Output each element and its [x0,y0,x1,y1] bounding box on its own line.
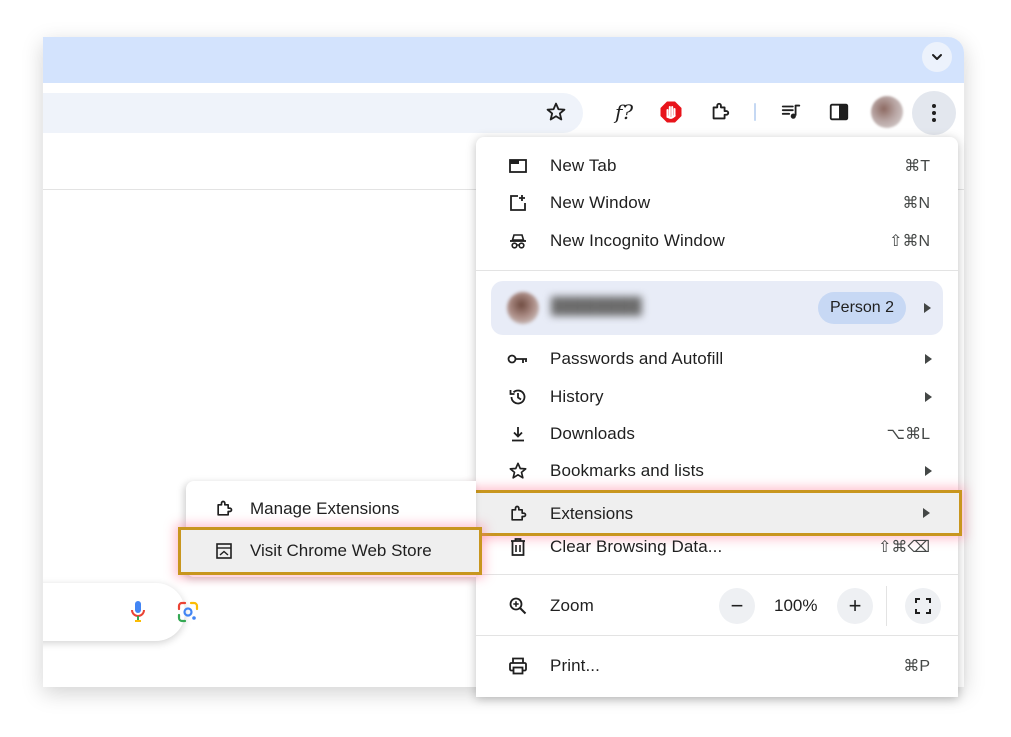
shortcut-label: ⌘P [903,658,930,675]
menu-item-passwords[interactable]: Passwords and Autofill [476,341,958,377]
menu-item-label: Extensions [550,504,634,523]
menu-item-label: New Tab [550,156,617,175]
menu-item-downloads[interactable]: Downloads ⌥⌘L [476,416,958,452]
chevron-right-icon [925,466,932,476]
web-store-icon [212,539,236,563]
shortcut-label: ⇧⌘N [889,233,930,250]
menu-item-label: Bookmarks and lists [550,461,705,480]
menu-item-new-tab[interactable]: New Tab ⌘T [476,148,958,184]
puzzle-icon [506,502,530,526]
chrome-main-menu: New Tab ⌘T New Window ⌘N New Incognito W… [470,137,962,697]
side-panel-button[interactable] [823,96,855,128]
profile-name-blurred: ████████ [551,298,642,315]
shortcut-label: ⌘N [902,195,930,212]
google-lens-icon[interactable] [177,601,199,623]
submenu-item-label: Visit Chrome Web Store [250,541,432,560]
zoom-divider [886,586,887,626]
side-panel-icon [829,103,849,121]
toolbar: f? [43,83,964,140]
profile-avatar [507,292,539,324]
fullscreen-icon [915,598,931,614]
menu-separator [476,635,958,636]
shortcut-label: ⌘T [904,158,930,175]
extensions-button[interactable] [704,96,736,128]
extensions-submenu: Manage Extensions Visit Chrome Web Store [178,481,482,577]
menu-item-bookmarks[interactable]: Bookmarks and lists [476,453,958,489]
menu-separator [476,270,958,271]
star-icon [546,102,566,121]
bookmark-star-button[interactable] [540,96,572,128]
menu-item-label: Zoom [550,596,594,615]
menu-item-label: Clear Browsing Data... [550,537,723,556]
person-chip: Person 2 [818,292,907,324]
menu-item-label: Downloads [550,424,636,443]
trash-icon [506,535,530,559]
media-controls-button[interactable] [775,96,807,128]
microphone-icon[interactable] [130,600,146,624]
menu-item-new-incognito[interactable]: New Incognito Window ⇧⌘N [476,223,958,259]
tab-strip [43,37,964,83]
chevron-right-icon [925,354,932,364]
menu-item-label: New Incognito Window [550,231,725,250]
tab-search-button[interactable] [922,42,952,72]
fullscreen-button[interactable] [905,588,941,624]
script-extension-button[interactable]: f? [608,96,640,128]
menu-item-history[interactable]: History [476,379,958,415]
menu-item-label: New Window [550,193,651,212]
incognito-icon [506,229,530,253]
chevron-right-icon [925,392,932,402]
submenu-item-label: Manage Extensions [250,499,400,518]
menu-item-clear-browsing-data[interactable]: Clear Browsing Data... ⇧⌘⌫ [476,529,958,565]
chevron-right-icon [924,303,931,313]
chevron-right-icon [923,508,930,518]
kebab-menu-icon [932,104,936,122]
new-window-icon [506,191,530,215]
profile-row[interactable]: ████████ Person 2 [491,281,943,335]
zoom-out-button[interactable]: − [719,588,755,624]
key-icon [506,347,530,371]
zoom-level: 100% [774,596,818,615]
puzzle-icon [212,497,236,521]
address-bar[interactable] [43,93,583,133]
zoom-in-icon [506,594,530,618]
menu-item-label: Passwords and Autofill [550,349,724,368]
menu-separator [476,574,958,575]
toolbar-separator [754,103,756,121]
chrome-menu-button[interactable] [912,91,956,135]
printer-icon [506,654,530,678]
shortcut-label: ⇧⌘⌫ [877,539,930,556]
queue-music-icon [781,104,801,119]
star-icon [506,459,530,483]
submenu-item-visit-chrome-web-store[interactable]: Visit Chrome Web Store [178,527,482,575]
adblock-extension-button[interactable] [655,96,687,128]
menu-item-label: Print... [550,656,600,675]
stop-hand-icon [660,101,682,123]
profile-avatar-button[interactable] [871,96,903,128]
menu-item-print[interactable]: Print... ⌘P [476,648,958,684]
script-extension-icon: f? [614,100,634,124]
submenu-item-manage-extensions[interactable]: Manage Extensions [186,491,476,527]
google-search-box[interactable] [43,583,199,641]
chevron-down-icon [932,54,942,60]
puzzle-icon [712,102,730,120]
shortcut-label: ⌥⌘L [886,426,930,443]
zoom-in-button[interactable]: + [837,588,873,624]
download-icon [506,422,530,446]
menu-item-new-window[interactable]: New Window ⌘N [476,185,958,221]
new-tab-icon [506,154,530,178]
menu-item-label: History [550,387,604,406]
history-icon [506,385,530,409]
